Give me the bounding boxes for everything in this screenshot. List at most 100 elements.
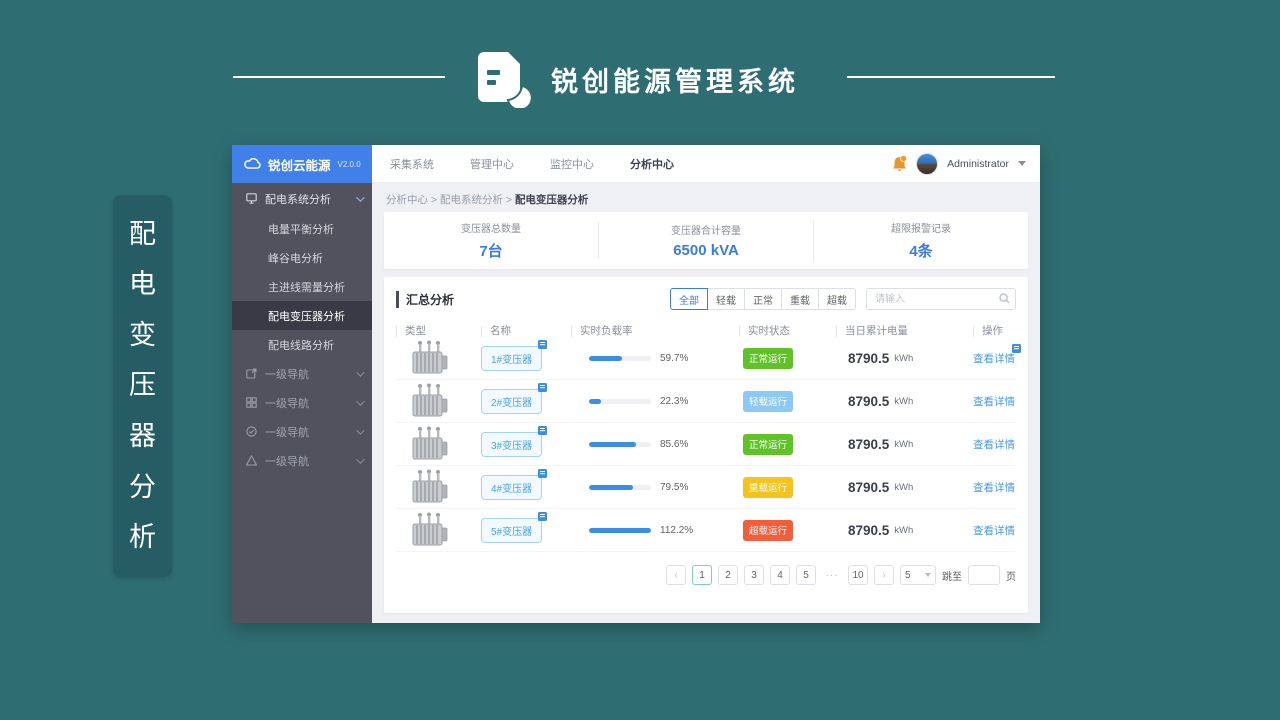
header-actions: 操作 [973, 326, 1016, 337]
sidebar-item-label: 配电系统分析 [265, 193, 331, 206]
content-area: 分析中心 > 配电系统分析 > 配电变压器分析 变压器总数量 7台 变压器合计容… [372, 183, 1040, 623]
breadcrumb-path: 分析中心 > 配电系统分析 > [386, 194, 515, 206]
sidebar-item-label: 一级导航 [265, 455, 309, 468]
load-progress-bar [589, 484, 651, 490]
filter-all-button[interactable]: 全部 [670, 288, 708, 310]
load-percent: 112.2% [660, 524, 694, 536]
transformer-image [410, 426, 450, 462]
transformer-image [410, 383, 450, 419]
view-details-link[interactable]: 查看详情 [973, 394, 1015, 409]
sidebar-item-main-line-demand[interactable]: 主进线需量分析 [232, 272, 372, 301]
energy-unit: kWh [894, 352, 914, 364]
chevron-down-icon [356, 192, 365, 202]
table-row: 2#变压器 22.3% 轻载运行 8790.5 kWh 查看详情 [396, 380, 1016, 423]
page-button-5[interactable]: 5 [796, 565, 816, 585]
view-details-link[interactable]: 查看详情 [973, 523, 1015, 538]
grid-icon [246, 397, 257, 408]
sidebar-item-nav-3[interactable]: 一级导航 [232, 417, 372, 446]
filter-light-button[interactable]: 轻载 [708, 288, 745, 310]
tab-monitoring-center[interactable]: 监控中心 [550, 156, 594, 172]
transformer-name-button[interactable]: 5#变压器 [481, 511, 548, 543]
view-details-label: 查看详情 [973, 395, 1015, 408]
header-type: 类型 [396, 326, 481, 337]
user-name: Administrator [947, 157, 1009, 170]
filter-over-button[interactable]: 超载 [819, 288, 856, 310]
sidebar-item-distribution-analysis[interactable]: 配电系统分析 [232, 183, 372, 214]
dashboard-window: 锐创云能源 V2.0.0 配电系统分析 电量平衡分析 峰谷电分析 主进线需量分析… [232, 145, 1040, 623]
notification-bell-icon[interactable] [892, 155, 908, 172]
sidebar-logo[interactable]: 锐创云能源 V2.0.0 [232, 145, 372, 183]
page-size-select[interactable]: 5 [900, 565, 936, 585]
stat-value: 6500 kVA [673, 242, 739, 259]
load-percent: 79.5% [660, 481, 689, 493]
next-page-button[interactable]: › [874, 565, 894, 585]
breadcrumb: 分析中心 > 配电系统分析 > 配电变压器分析 [372, 183, 1040, 207]
avatar[interactable] [916, 152, 939, 175]
search-icon [999, 293, 1010, 304]
transformer-image [410, 512, 450, 548]
page-size-value: 5 [905, 569, 911, 581]
page-button-2[interactable]: 2 [718, 565, 738, 585]
page-button-3[interactable]: 3 [744, 565, 764, 585]
tag-char: 电 [129, 269, 156, 300]
sidebar-item-peak-valley[interactable]: 峰谷电分析 [232, 243, 372, 272]
chevron-down-icon [356, 425, 365, 435]
transformer-name-button[interactable]: 1#变压器 [481, 339, 548, 371]
tab-analysis-center[interactable]: 分析中心 [630, 156, 674, 172]
page-button-4[interactable]: 4 [770, 565, 790, 585]
user-menu-caret-icon[interactable] [1018, 161, 1026, 166]
transformer-name-button[interactable]: 3#变压器 [481, 425, 548, 457]
page-button-10[interactable]: 10 [848, 565, 868, 585]
view-details-link[interactable]: 查看详情 [973, 437, 1015, 452]
energy-unit: kWh [894, 395, 914, 407]
cloud-icon [244, 158, 261, 169]
app-logo-icon [478, 52, 532, 108]
energy-value: 8790.5 [848, 479, 890, 495]
transformer-name-button[interactable]: 4#变压器 [481, 468, 548, 500]
table-row: 3#变压器 85.6% 正常运行 8790.5 kWh 查看详情 [396, 423, 1016, 466]
sidebar-item-nav-4[interactable]: 一级导航 [232, 446, 372, 475]
status-badge: 正常运行 [743, 347, 794, 369]
chip-badge-icon [538, 339, 548, 349]
transformer-name-label: 1#变压器 [491, 354, 533, 366]
prev-page-button[interactable]: ‹ [666, 565, 686, 585]
tag-char: 配 [129, 218, 156, 249]
view-details-label: 查看详情 [973, 524, 1015, 537]
view-details-link[interactable]: 查看详情 [973, 343, 1021, 366]
view-details-label: 查看详情 [973, 438, 1015, 451]
table-header: 类型 名称 实时负载率 实时状态 当日累计电量 操作 [396, 326, 1016, 337]
page-button-1[interactable]: 1 [692, 565, 712, 585]
tab-management-center[interactable]: 管理中心 [470, 156, 514, 172]
sidebar-item-nav-1[interactable]: 一级导航 [232, 359, 372, 388]
sidebar-item-label: 一级导航 [265, 368, 309, 381]
view-details-link[interactable]: 查看详情 [973, 480, 1015, 495]
chevron-down-icon [356, 367, 365, 377]
energy-value: 8790.5 [848, 393, 890, 409]
sidebar-item-power-balance[interactable]: 电量平衡分析 [232, 214, 372, 243]
summary-card: 汇总分析 全部 轻载 正常 重载 超载 请输入 类型 名称 实时负载率 实时状态… [384, 277, 1028, 613]
tab-collection-system[interactable]: 采集系统 [390, 156, 434, 172]
sidebar-item-label: 一级导航 [265, 397, 309, 410]
stat-label: 变压器总数量 [461, 224, 521, 235]
sidebar-item-label: 主进线需量分析 [268, 281, 345, 294]
view-details-label: 查看详情 [973, 352, 1015, 365]
sidebar-item-transformer-analysis[interactable]: 配电变压器分析 [232, 301, 372, 330]
transformer-name-button[interactable]: 2#变压器 [481, 382, 548, 414]
pagination-ellipsis: ··· [822, 565, 842, 585]
jump-page-input[interactable] [968, 565, 1000, 585]
filter-heavy-button[interactable]: 重载 [782, 288, 819, 310]
top-navbar: 采集系统 管理中心 监控中心 分析中心 Administrator [372, 145, 1040, 183]
energy-value: 8790.5 [848, 522, 890, 538]
stat-value: 4条 [909, 243, 933, 260]
section-title: 汇总分析 [396, 290, 454, 308]
check-circle-icon [246, 426, 257, 437]
sidebar-item-nav-2[interactable]: 一级导航 [232, 388, 372, 417]
chip-badge-icon [1012, 343, 1021, 353]
search-input[interactable] [866, 288, 1016, 310]
transformer-name-label: 2#变压器 [491, 397, 533, 409]
transformer-name-label: 3#变压器 [491, 440, 533, 452]
filter-normal-button[interactable]: 正常 [745, 288, 782, 310]
filter-group: 全部 轻载 正常 重载 超载 [670, 288, 856, 310]
jump-to-label: 跳至 [942, 571, 962, 583]
sidebar-item-line-analysis[interactable]: 配电线路分析 [232, 330, 372, 359]
